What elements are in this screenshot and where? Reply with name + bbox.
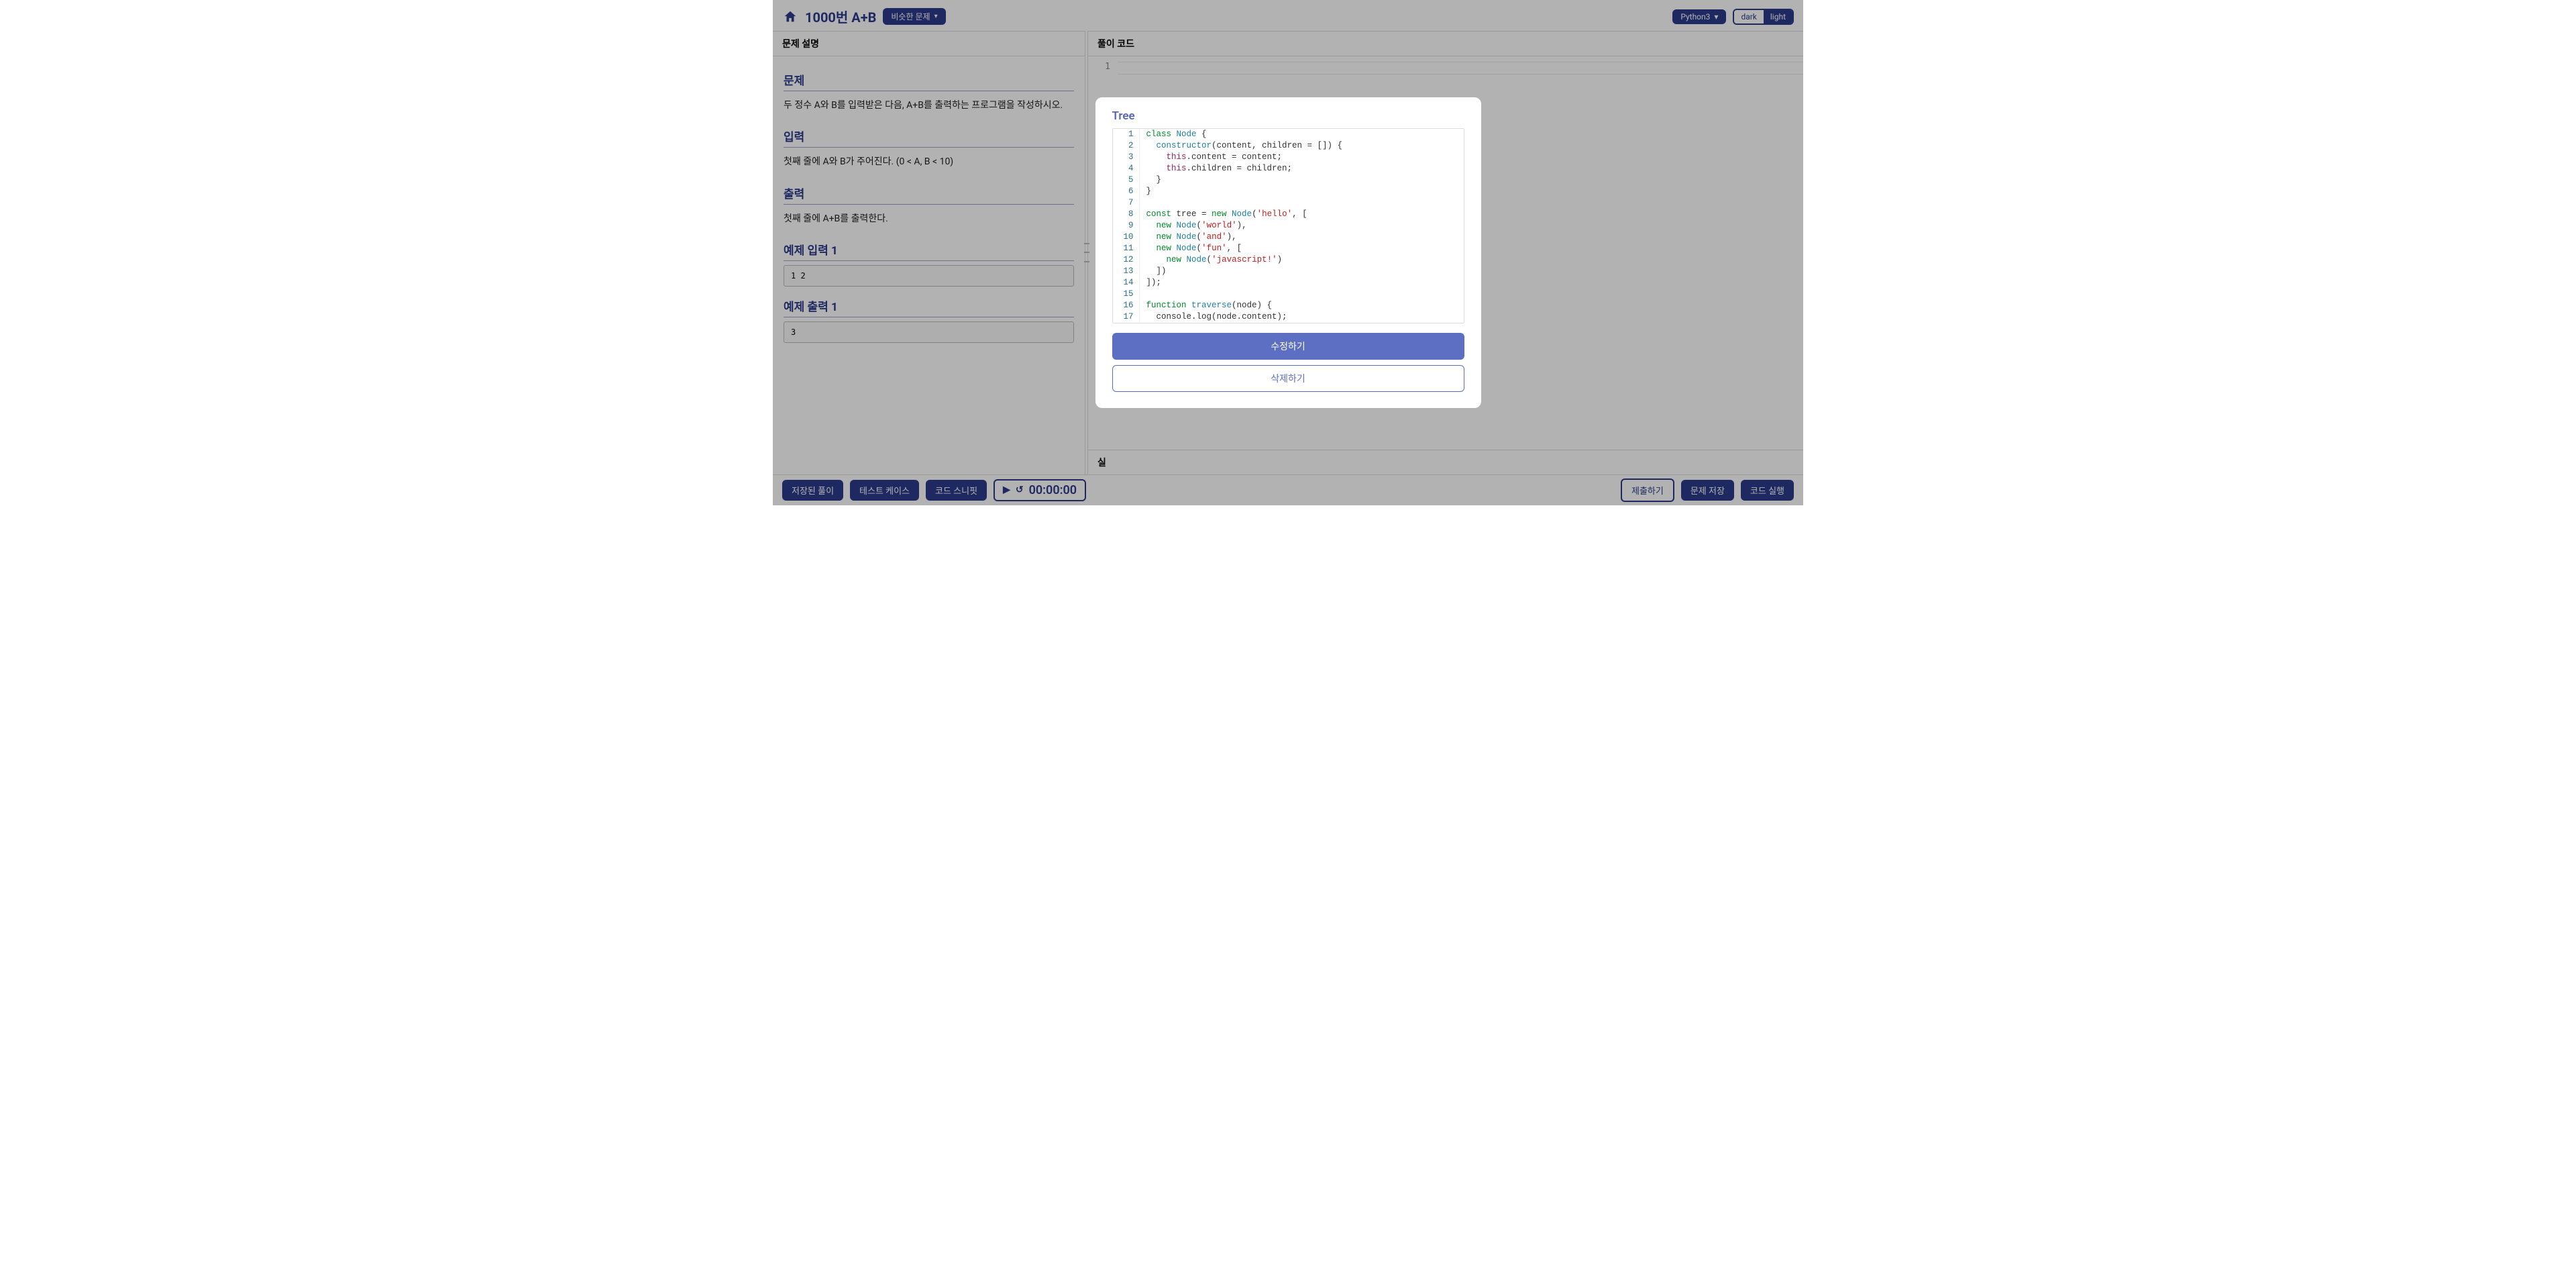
line-content: ]); [1140, 277, 1162, 289]
code-line: 16function traverse(node) { [1113, 300, 1464, 311]
line-content: function traverse(node) { [1140, 300, 1273, 311]
line-number: 1 [1113, 129, 1140, 140]
code-line: 1class Node { [1113, 129, 1464, 140]
code-line: 4 this.children = children; [1113, 163, 1464, 174]
line-number: 8 [1113, 209, 1140, 220]
line-content: this.content = content; [1140, 152, 1283, 163]
line-content: new Node('and'), [1140, 232, 1237, 243]
code-line: 2 constructor(content, children = []) { [1113, 140, 1464, 152]
line-content [1140, 197, 1146, 209]
line-number: 10 [1113, 232, 1140, 243]
snippet-modal: Tree 1class Node {2 constructor(content,… [1095, 97, 1481, 408]
line-content: new Node('javascript!') [1140, 254, 1283, 266]
line-number: 5 [1113, 174, 1140, 186]
line-number: 13 [1113, 266, 1140, 277]
line-content: class Node { [1140, 129, 1207, 140]
code-line: 12 new Node('javascript!') [1113, 254, 1464, 266]
edit-button[interactable]: 수정하기 [1112, 333, 1464, 360]
code-line: 3 this.content = content; [1113, 152, 1464, 163]
snippet-code-box[interactable]: 1class Node {2 constructor(content, chil… [1112, 128, 1464, 323]
code-line: 17 console.log(node.content); [1113, 311, 1464, 323]
code-line: 6} [1113, 186, 1464, 197]
code-line: 15 [1113, 289, 1464, 300]
line-number: 12 [1113, 254, 1140, 266]
code-line: 13 ]) [1113, 266, 1464, 277]
code-line: 14]); [1113, 277, 1464, 289]
line-number: 15 [1113, 289, 1140, 300]
line-content [1140, 289, 1146, 300]
delete-button[interactable]: 삭제하기 [1112, 365, 1464, 392]
line-number: 17 [1113, 311, 1140, 323]
line-number: 6 [1113, 186, 1140, 197]
code-line: 10 new Node('and'), [1113, 232, 1464, 243]
code-line: 11 new Node('fun', [ [1113, 243, 1464, 254]
line-number: 7 [1113, 197, 1140, 209]
code-line: 9 new Node('world'), [1113, 220, 1464, 232]
line-number: 14 [1113, 277, 1140, 289]
line-number: 3 [1113, 152, 1140, 163]
code-line: 7 [1113, 197, 1464, 209]
line-number: 16 [1113, 300, 1140, 311]
line-content: this.children = children; [1140, 163, 1293, 174]
code-line: 8const tree = new Node('hello', [ [1113, 209, 1464, 220]
line-content: constructor(content, children = []) { [1140, 140, 1343, 152]
line-number: 11 [1113, 243, 1140, 254]
line-content: const tree = new Node('hello', [ [1140, 209, 1307, 220]
modal-title: Tree [1112, 109, 1464, 123]
line-content: ]) [1140, 266, 1167, 277]
line-content: } [1140, 174, 1162, 186]
line-number: 9 [1113, 220, 1140, 232]
modal-overlay[interactable]: Tree 1class Node {2 constructor(content,… [773, 0, 1803, 505]
line-content: new Node('fun', [ [1140, 243, 1242, 254]
code-line: 5 } [1113, 174, 1464, 186]
line-number: 4 [1113, 163, 1140, 174]
line-content: new Node('world'), [1140, 220, 1247, 232]
line-number: 2 [1113, 140, 1140, 152]
line-content: console.log(node.content); [1140, 311, 1287, 323]
line-content: } [1140, 186, 1152, 197]
